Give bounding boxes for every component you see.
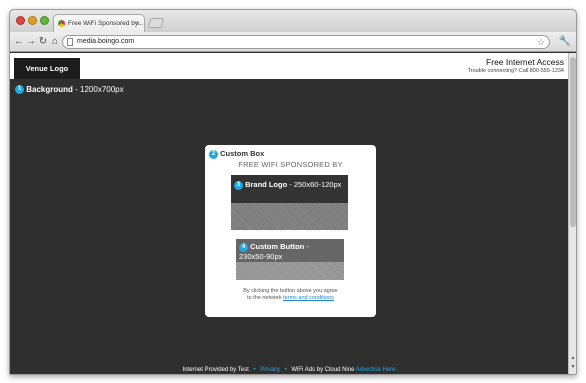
brand-logo-label: 3 Brand Logo - 250x60-120px [231,175,348,203]
close-icon[interactable]: × [135,15,140,32]
favicon-icon [58,20,65,27]
custom-box-label: 2 Custom Box [209,149,264,159]
sponsored-text: FREE WIFI SPONSORED BY [238,160,343,169]
wifi-ads-text: WiFi Ads by Cloud Nine [291,367,355,373]
brand-logo-size: - 250x60-120px [287,180,342,189]
custom-button-size-line2: 230x50-90px [239,251,283,261]
custom-button-size: - [304,242,309,251]
scroll-thumb[interactable] [570,57,576,227]
brand-logo: 3 Brand Logo - 250x60-120px [231,175,348,230]
background-label: 1 Background - 1200x700px [15,85,124,95]
browser-window: Free WiFi Sponsored by... × ← → ↻ ⌂ medi… [9,9,577,375]
brand-logo-title: Brand Logo [245,180,288,189]
scrollbar[interactable]: ▲ ▼ [568,53,576,374]
scroll-down-icon[interactable]: ▼ [569,364,576,370]
home-icon[interactable]: ⌂ [49,35,61,49]
separator-dot: • [284,367,287,373]
browser-tab[interactable]: Free WiFi Sponsored by... × [53,14,145,32]
forward-icon[interactable]: → [25,35,37,49]
tab-strip: Free WiFi Sponsored by... × [10,10,576,32]
terms-line1: By clicking the button above you agree [243,288,338,294]
custom-box: 2 Custom Box FREE WIFI SPONSORED BY 3 Br… [205,145,376,317]
window-maximize-button[interactable] [40,16,49,25]
page-title: Free Internet Access [486,57,564,67]
privacy-link[interactable]: Privacy [260,367,280,373]
advertise-link[interactable]: Advertise Here [356,367,396,373]
reload-icon[interactable]: ↻ [37,35,49,49]
connect-button[interactable]: 4 Custom Button - 230x50-90px [236,239,344,280]
terms-line2: to the network [247,295,284,301]
window-minimize-button[interactable] [28,16,37,25]
header-bar: Venue Logo Free Internet Access Trouble … [10,53,568,79]
custom-button-title: Custom Button [250,242,305,251]
footer: Internet Provided by Test • Privacy • Wi… [10,367,568,373]
back-icon[interactable]: ← [13,35,25,49]
step-badge: 2 [209,149,218,159]
wrench-icon[interactable]: 🔧 [558,35,572,49]
provider-text: Internet Provided by Test [182,367,249,373]
terms-notice: By clicking the button above you agree t… [205,288,376,302]
separator-dot: • [253,367,256,373]
custom-button-label: 4 Custom Button - 230x50-90px [236,239,344,262]
terms-link[interactable]: terms and conditions [283,295,334,301]
new-tab-button[interactable] [147,18,165,28]
step-badge: 1 [15,85,24,95]
scroll-up-icon[interactable]: ▲ [569,355,576,361]
page-icon [67,38,73,46]
background-title: Background [26,85,73,94]
page-content: Venue Logo Free Internet Access Trouble … [10,53,568,374]
browser-toolbar: ← → ↻ ⌂ media.boingo.com ☆ 🔧 [10,32,576,52]
step-badge: 4 [239,242,248,252]
url-text: media.boingo.com [77,38,135,45]
step-badge: 3 [234,180,243,190]
tab-title: Free WiFi Sponsored by... [68,20,144,27]
star-icon[interactable]: ☆ [537,36,545,48]
address-bar[interactable]: media.boingo.com ☆ [62,35,550,49]
background-size: - 1200x700px [72,85,124,94]
support-text: Trouble connecting? Call 800-555-1234 [467,68,564,74]
window-close-button[interactable] [16,16,25,25]
venue-logo: Venue Logo [14,58,80,79]
custom-box-title: Custom Box [220,149,265,158]
